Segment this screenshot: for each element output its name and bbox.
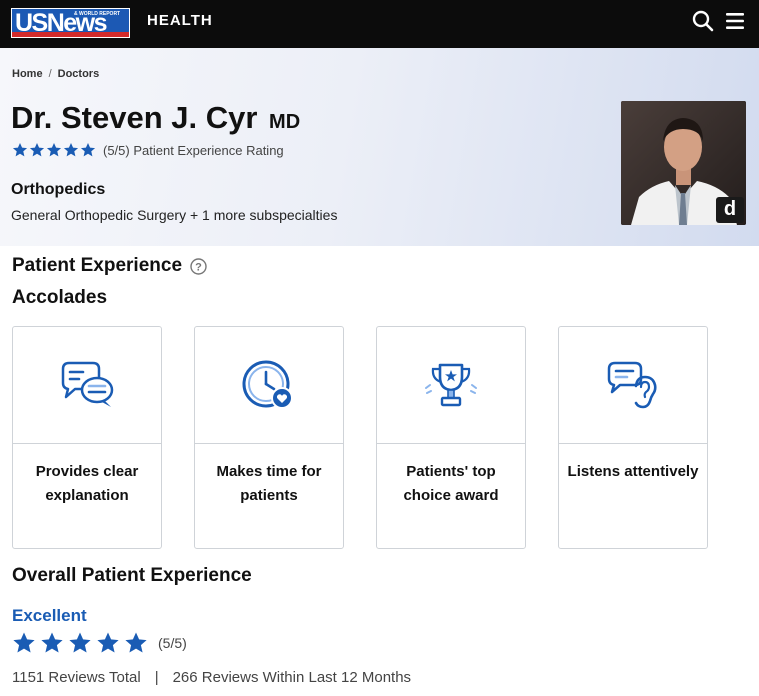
accolade-label: Patients' top choice award xyxy=(403,463,499,504)
star-icon xyxy=(29,143,45,157)
chat-bubbles-icon xyxy=(61,361,114,407)
photo-source-badge: d xyxy=(716,197,744,223)
specialty: Orthopedics xyxy=(11,181,106,198)
svg-text:?: ? xyxy=(195,261,202,273)
rating-text: (5/5) Patient Experience Rating xyxy=(103,142,284,158)
accolade-card-top-choice: Patients' top choice award xyxy=(376,326,526,549)
overall-experience-heading: Overall Patient Experience xyxy=(12,565,252,586)
accolades-heading: Accolades xyxy=(12,287,108,308)
search-icon[interactable] xyxy=(692,10,714,32)
section-name[interactable]: HEALTH xyxy=(147,12,213,30)
accolade-card-listens: Listens attentively xyxy=(558,326,708,549)
doctor-name: Dr. Steven J. Cyr xyxy=(11,100,258,135)
review-counts: 1151 Reviews Total | 266 Reviews Within La… xyxy=(12,669,411,686)
logo-stripe xyxy=(12,32,129,37)
breadcrumb-home[interactable]: Home xyxy=(12,68,43,80)
breadcrumb-separator: / xyxy=(48,68,52,80)
star-icon xyxy=(46,143,62,157)
reviews-recent: 266 Reviews Within Last 12 Months xyxy=(172,669,412,686)
breadcrumb: Home / Doctors xyxy=(12,68,99,80)
overall-rating: (5/5) xyxy=(12,631,187,655)
overall-rating-text: (5/5) xyxy=(158,635,187,651)
usnews-logo[interactable]: USNews & WORLD REPORT xyxy=(11,8,130,38)
star-icon xyxy=(12,143,28,157)
accolade-card-makes-time: Makes time for patients xyxy=(194,326,344,549)
star-icon xyxy=(125,632,147,653)
accolade-label: Provides clear explanation xyxy=(35,463,139,504)
star-rating-large xyxy=(12,631,148,655)
star-icon xyxy=(97,632,119,653)
trophy-icon xyxy=(425,363,477,407)
accolade-label: Listens attentively xyxy=(567,463,699,480)
logo-small-text: & WORLD REPORT xyxy=(74,11,121,17)
reviews-divider: | xyxy=(154,669,159,686)
doctor-credential: MD xyxy=(269,111,301,133)
doctor-name-heading: Dr. Steven J. Cyr MD xyxy=(11,100,300,140)
hamburger-menu-icon[interactable] xyxy=(726,12,744,30)
overall-grade: Excellent xyxy=(12,606,87,625)
top-navigation-bar: USNews & WORLD REPORT HEALTH xyxy=(0,0,759,48)
star-icon xyxy=(41,632,63,653)
reviews-total[interactable]: 1151 Reviews Total xyxy=(12,669,141,686)
star-rating-small xyxy=(12,142,96,158)
star-icon xyxy=(13,632,35,653)
star-icon xyxy=(63,143,79,157)
doctor-photo: d xyxy=(621,101,746,225)
clock-heart-icon xyxy=(242,360,293,409)
patient-experience-title: Patient Experience xyxy=(12,255,183,276)
doctor-profile-header: Home / Doctors Dr. Steven J. Cyr MD (5/5) … xyxy=(0,48,759,246)
ear-speech-icon xyxy=(607,361,657,409)
breadcrumb-doctors[interactable]: Doctors xyxy=(58,68,100,80)
star-icon xyxy=(80,143,96,157)
question-circle-icon[interactable]: ? xyxy=(190,257,207,275)
subspecialties[interactable]: General Orthopedic Surgery + 1 more subs… xyxy=(11,207,337,223)
patient-experience-rating: (5/5) Patient Experience Rating xyxy=(12,141,284,159)
accolade-label: Makes time for patients xyxy=(216,463,322,504)
accolade-card-clear-explanation: Provides clear explanation xyxy=(12,326,162,549)
star-icon xyxy=(69,632,91,653)
patient-experience-heading: Patient Experience ? xyxy=(12,255,207,277)
